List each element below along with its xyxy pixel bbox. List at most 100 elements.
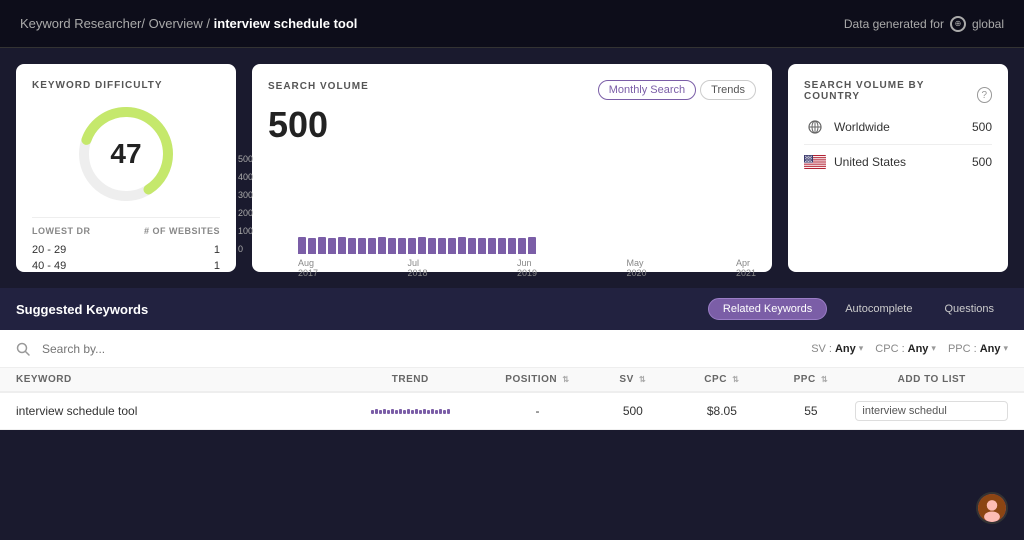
avatar-image bbox=[978, 494, 1006, 522]
bar bbox=[448, 238, 456, 254]
td-keyword: interview schedule tool bbox=[16, 404, 334, 418]
trend-bar bbox=[447, 409, 450, 414]
bar bbox=[508, 238, 516, 254]
tab-questions[interactable]: Questions bbox=[930, 298, 1008, 320]
websites-label: # OF WEBSITES bbox=[144, 226, 220, 236]
suggested-header: Suggested Keywords Related Keywords Auto… bbox=[0, 288, 1024, 330]
difficulty-score: 47 bbox=[110, 138, 141, 170]
tab-related-keywords[interactable]: Related Keywords bbox=[708, 298, 827, 320]
filter-row: SV : Any ▾ CPC : Any ▾ PPC : Any ▾ bbox=[0, 330, 1024, 368]
bar bbox=[348, 238, 356, 254]
country-row-worldwide: Worldwide 500 bbox=[804, 110, 992, 145]
trend-bar bbox=[375, 409, 378, 414]
ppc-chevron-icon: ▾ bbox=[1003, 343, 1008, 354]
avatar-svg bbox=[978, 492, 1006, 524]
chart-y-labels: 5004003002001000 bbox=[238, 154, 253, 254]
chart-labels: Aug2017 Jul2018 Jun2019 May2020 Apr2021 bbox=[268, 258, 756, 278]
sv-dropdown[interactable]: SV : Any ▾ bbox=[811, 343, 863, 355]
bar bbox=[298, 237, 306, 254]
country-left-worldwide: Worldwide bbox=[804, 120, 890, 134]
bar bbox=[368, 238, 376, 254]
sort-cpc-icon: ⇅ bbox=[732, 375, 739, 384]
bar bbox=[468, 238, 476, 254]
data-generated-label: Data generated for bbox=[844, 17, 944, 31]
bar bbox=[318, 237, 326, 254]
bar bbox=[488, 238, 496, 254]
bar bbox=[398, 238, 406, 254]
country-title: SEARCH VOLUME BY COUNTRY bbox=[804, 80, 977, 102]
trend-bar bbox=[443, 410, 446, 414]
country-name-us: United States bbox=[834, 155, 906, 169]
bar bbox=[438, 238, 446, 254]
country-name-worldwide: Worldwide bbox=[834, 120, 890, 134]
ppc-value: Any bbox=[980, 343, 1001, 355]
td-add-to-list[interactable] bbox=[855, 401, 1008, 421]
bar-chart bbox=[298, 154, 756, 254]
dr-count-2: 1 bbox=[214, 260, 220, 272]
trend-bar bbox=[399, 409, 402, 414]
country-count-us: 500 bbox=[972, 155, 992, 169]
bar bbox=[498, 238, 506, 254]
trend-bar bbox=[415, 409, 418, 414]
chart-area: 5004003002001000 Aug2017 Jul2018 Jun2019… bbox=[268, 154, 756, 278]
th-position: POSITION ⇅ bbox=[487, 374, 589, 385]
region-label: global bbox=[972, 17, 1004, 31]
dr-range-2: 40 - 49 bbox=[32, 260, 66, 272]
dr-row-1: 20 - 29 1 bbox=[32, 242, 220, 258]
keyword-tabs: Related Keywords Autocomplete Questions bbox=[708, 298, 1008, 320]
country-count-worldwide: 500 bbox=[972, 120, 992, 134]
th-add-to-list: ADD TO LIST bbox=[855, 374, 1008, 385]
trend-bar bbox=[391, 409, 394, 414]
trend-bar bbox=[379, 410, 382, 414]
tab-trends[interactable]: Trends bbox=[700, 80, 756, 100]
add-to-list-input[interactable] bbox=[855, 401, 1008, 421]
cpc-chevron-icon: ▾ bbox=[931, 343, 936, 354]
volume-title: SEARCH VOLUME bbox=[268, 81, 369, 92]
country-card: SEARCH VOLUME BY COUNTRY ? Worldwide 500 bbox=[788, 64, 1008, 272]
bar bbox=[338, 237, 346, 254]
sv-value: Any bbox=[835, 343, 856, 355]
country-left-us: United States bbox=[804, 155, 906, 169]
trend-bar bbox=[371, 410, 374, 414]
suggested-title: Suggested Keywords bbox=[16, 302, 148, 317]
sv-label: SV : bbox=[811, 343, 832, 355]
bar bbox=[388, 238, 396, 254]
dr-range-1: 20 - 29 bbox=[32, 244, 66, 256]
header: Keyword Researcher/ Overview / interview… bbox=[0, 0, 1024, 48]
difficulty-title: KEYWORD DIFFICULTY bbox=[32, 80, 220, 91]
lowest-dr-label: LOWEST DR bbox=[32, 226, 91, 236]
table-row: interview schedule tool - 500 $8.05 55 bbox=[0, 393, 1024, 430]
us-flag-icon bbox=[804, 155, 826, 169]
bar bbox=[418, 237, 426, 254]
bar bbox=[478, 238, 486, 254]
avatar[interactable] bbox=[976, 492, 1008, 524]
trend-bar bbox=[423, 409, 426, 414]
cpc-dropdown[interactable]: CPC : Any ▾ bbox=[875, 343, 936, 355]
tab-group: Monthly Search Trends bbox=[598, 80, 756, 100]
tab-autocomplete[interactable]: Autocomplete bbox=[831, 298, 926, 320]
globe-world-icon bbox=[804, 120, 826, 134]
trend-bar bbox=[439, 409, 442, 414]
trend-bar bbox=[435, 410, 438, 414]
sort-position-icon: ⇅ bbox=[562, 375, 569, 384]
trend-bars bbox=[334, 409, 487, 414]
trend-bar bbox=[395, 410, 398, 414]
tab-monthly-search[interactable]: Monthly Search bbox=[598, 80, 696, 100]
filter-dropdowns: SV : Any ▾ CPC : Any ▾ PPC : Any ▾ bbox=[811, 343, 1008, 355]
trend-bar bbox=[431, 409, 434, 414]
trend-bar bbox=[407, 409, 410, 414]
td-sv: 500 bbox=[588, 404, 677, 418]
th-sv: SV ⇅ bbox=[588, 374, 677, 385]
search-input[interactable] bbox=[36, 339, 795, 359]
trend-bar bbox=[419, 410, 422, 414]
breadcrumb-keyword: interview schedule tool bbox=[214, 16, 358, 31]
sv-chevron-icon: ▾ bbox=[859, 343, 864, 354]
ppc-dropdown[interactable]: PPC : Any ▾ bbox=[948, 343, 1008, 355]
help-icon[interactable]: ? bbox=[977, 87, 992, 103]
th-trend: TREND bbox=[334, 374, 487, 385]
search-box bbox=[16, 339, 795, 359]
cards-row: KEYWORD DIFFICULTY 47 LOWEST DR # OF WEB… bbox=[0, 48, 1024, 288]
bar bbox=[518, 238, 526, 254]
sort-sv-icon: ⇅ bbox=[639, 375, 646, 384]
th-ppc: PPC ⇅ bbox=[766, 374, 855, 385]
